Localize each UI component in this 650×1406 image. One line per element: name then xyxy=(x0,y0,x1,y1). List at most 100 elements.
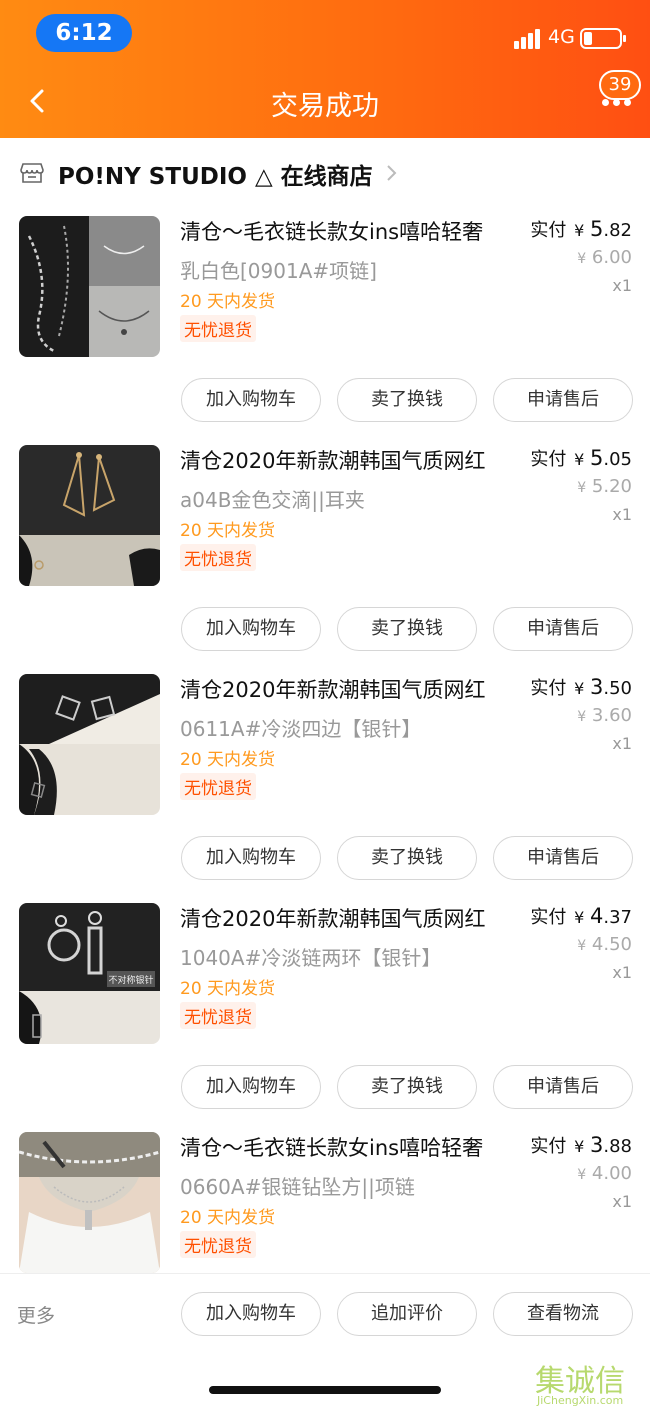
paid-label: 实付 xyxy=(530,220,567,241)
paid-price: 实付 ¥ 3.88 xyxy=(530,1132,632,1158)
order-detail-card: PO!NY STUDIO △ 在线商店 清仓～毛衣链长款女ins嘻哈轻奢 乳白色… xyxy=(0,138,650,1273)
add-to-cart-button[interactable]: 加入购物车 xyxy=(181,378,321,422)
original-price-value: 4.00 xyxy=(591,1163,632,1184)
currency-symbol: ¥ xyxy=(574,908,585,927)
shop-name[interactable]: PO!NY STUDIO △ 在线商店 xyxy=(58,157,373,191)
product-image[interactable] xyxy=(19,445,160,586)
original-price-value: 4.50 xyxy=(591,934,632,955)
paid-price: 实付 ¥ 5.05 xyxy=(530,445,632,471)
after-sales-button[interactable]: 申请售后 xyxy=(493,1065,633,1109)
original-price: ¥ 5.20 xyxy=(577,476,632,497)
network-label: 4G xyxy=(548,26,575,48)
currency-symbol: ¥ xyxy=(577,709,587,725)
order-item: 清仓2020年新款潮韩国气质网红 0611A#冷淡四边【银针】 20 天内发货 … xyxy=(0,664,650,893)
add-review-button[interactable]: 追加评价 xyxy=(337,1292,477,1336)
original-price-value: 5.20 xyxy=(591,476,632,497)
order-item: 清仓2020年新款潮韩国气质网红 a04B金色交滴||耳夹 20 天内发货 无忧… xyxy=(0,435,650,664)
product-sku: 乳白色[0901A#项链] xyxy=(180,259,377,283)
add-to-cart-button[interactable]: 加入购物车 xyxy=(181,1065,321,1109)
product-title[interactable]: 清仓2020年新款潮韩国气质网红 xyxy=(180,445,520,475)
paid-label: 实付 xyxy=(530,1136,567,1157)
more-button[interactable]: 更多 xyxy=(17,1301,55,1328)
status-bar: 6:12 4G xyxy=(0,0,650,66)
shipping-info: 20 天内发货 xyxy=(180,521,276,541)
image-caption: 不对称银针 xyxy=(108,974,153,986)
currency-symbol: ¥ xyxy=(574,450,585,469)
original-price-value: 3.60 xyxy=(591,705,632,726)
currency-symbol: ¥ xyxy=(574,221,585,240)
shipping-info: 20 天内发货 xyxy=(180,292,276,312)
original-price: ¥ 4.50 xyxy=(577,934,632,955)
product-image[interactable]: 不对称银针 xyxy=(19,903,160,1044)
product-sku: 1040A#冷淡链两环【银针】 xyxy=(180,946,442,970)
battery-icon xyxy=(580,28,626,49)
paid-price-int: 5 xyxy=(589,446,604,470)
product-title[interactable]: 清仓2020年新款潮韩国气质网红 xyxy=(180,674,520,704)
product-title[interactable]: 清仓2020年新款潮韩国气质网红 xyxy=(180,903,520,933)
currency-symbol: ¥ xyxy=(574,679,585,698)
product-title[interactable]: 清仓～毛衣链长款女ins嘻哈轻奢 xyxy=(180,216,520,246)
product-image[interactable] xyxy=(19,1132,160,1273)
return-policy-tag: 无忧退货 xyxy=(180,1002,256,1029)
paid-label: 实付 xyxy=(530,449,567,470)
resell-button[interactable]: 卖了换钱 xyxy=(337,836,477,880)
return-policy-tag: 无忧退货 xyxy=(180,544,256,571)
paid-price: 实付 ¥ 4.37 xyxy=(530,903,632,929)
product-image[interactable] xyxy=(19,216,160,357)
product-title[interactable]: 清仓～毛衣链长款女ins嘻哈轻奢 xyxy=(180,1132,520,1162)
paid-price-dec: .05 xyxy=(603,449,632,470)
original-price: ¥ 3.60 xyxy=(577,705,632,726)
order-item: 清仓～毛衣链长款女ins嘻哈轻奢 0660A#银链钻坠方||项链 20 天内发货… xyxy=(0,1122,650,1273)
add-to-cart-button[interactable]: 加入购物车 xyxy=(181,1292,321,1336)
resell-button[interactable]: 卖了换钱 xyxy=(337,1065,477,1109)
product-image[interactable] xyxy=(19,674,160,815)
message-count-badge: 39 xyxy=(599,70,641,100)
original-price-value: 6.00 xyxy=(591,247,632,268)
paid-price-int: 4 xyxy=(589,904,604,928)
page-title: 交易成功 xyxy=(271,91,379,122)
home-indicator[interactable] xyxy=(209,1386,441,1394)
paid-price-int: 5 xyxy=(589,217,604,241)
currency-symbol: ¥ xyxy=(577,480,587,496)
paid-price-dec: .50 xyxy=(603,678,632,699)
product-sku: a04B金色交滴||耳夹 xyxy=(180,488,365,512)
return-policy-tag: 无忧退货 xyxy=(180,773,256,800)
quantity: x1 xyxy=(612,1192,632,1211)
resell-button[interactable]: 卖了换钱 xyxy=(337,378,477,422)
paid-price-dec: .82 xyxy=(603,220,632,241)
paid-price: 实付 ¥ 3.50 xyxy=(530,674,632,700)
quantity: x1 xyxy=(612,734,632,753)
return-policy-tag: 无忧退货 xyxy=(180,315,256,342)
paid-price: 实付 ¥ 5.82 xyxy=(530,216,632,242)
after-sales-button[interactable]: 申请售后 xyxy=(493,836,633,880)
currency-symbol: ¥ xyxy=(574,1137,585,1156)
return-policy-tag: 无忧退货 xyxy=(180,1231,256,1258)
shipping-info: 20 天内发货 xyxy=(180,979,276,999)
header: 6:12 4G 交易成功 39 xyxy=(0,0,650,138)
paid-price-int: 3 xyxy=(589,675,604,699)
shipping-info: 20 天内发货 xyxy=(180,750,276,770)
quantity: x1 xyxy=(612,276,632,295)
order-item: 清仓～毛衣链长款女ins嘻哈轻奢 乳白色[0901A#项链] 20 天内发货 无… xyxy=(0,206,650,435)
signal-icon xyxy=(514,29,540,49)
after-sales-button[interactable]: 申请售后 xyxy=(493,607,633,651)
store-icon xyxy=(20,163,44,183)
add-to-cart-button[interactable]: 加入购物车 xyxy=(181,607,321,651)
nav-bar: 交易成功 xyxy=(0,66,650,138)
status-time: 6:12 xyxy=(36,14,132,52)
add-to-cart-button[interactable]: 加入购物车 xyxy=(181,836,321,880)
order-item: 不对称银针 清仓2020年新款潮韩国气质网红 1040A#冷淡链两环【银针】 2… xyxy=(0,893,650,1122)
original-price: ¥ 6.00 xyxy=(577,247,632,268)
currency-symbol: ¥ xyxy=(577,1167,587,1183)
watermark-url: JiChengXin.com xyxy=(537,1394,624,1406)
shop-header[interactable]: PO!NY STUDIO △ 在线商店 xyxy=(0,138,650,206)
product-sku: 0660A#银链钻坠方||项链 xyxy=(180,1175,415,1199)
resell-button[interactable]: 卖了换钱 xyxy=(337,607,477,651)
paid-price-int: 3 xyxy=(589,1133,604,1157)
currency-symbol: ¥ xyxy=(577,938,587,954)
paid-price-dec: .37 xyxy=(603,907,632,928)
currency-symbol: ¥ xyxy=(577,251,587,267)
after-sales-button[interactable]: 申请售后 xyxy=(493,378,633,422)
view-logistics-button[interactable]: 查看物流 xyxy=(493,1292,633,1336)
chevron-right-icon[interactable] xyxy=(385,162,399,184)
